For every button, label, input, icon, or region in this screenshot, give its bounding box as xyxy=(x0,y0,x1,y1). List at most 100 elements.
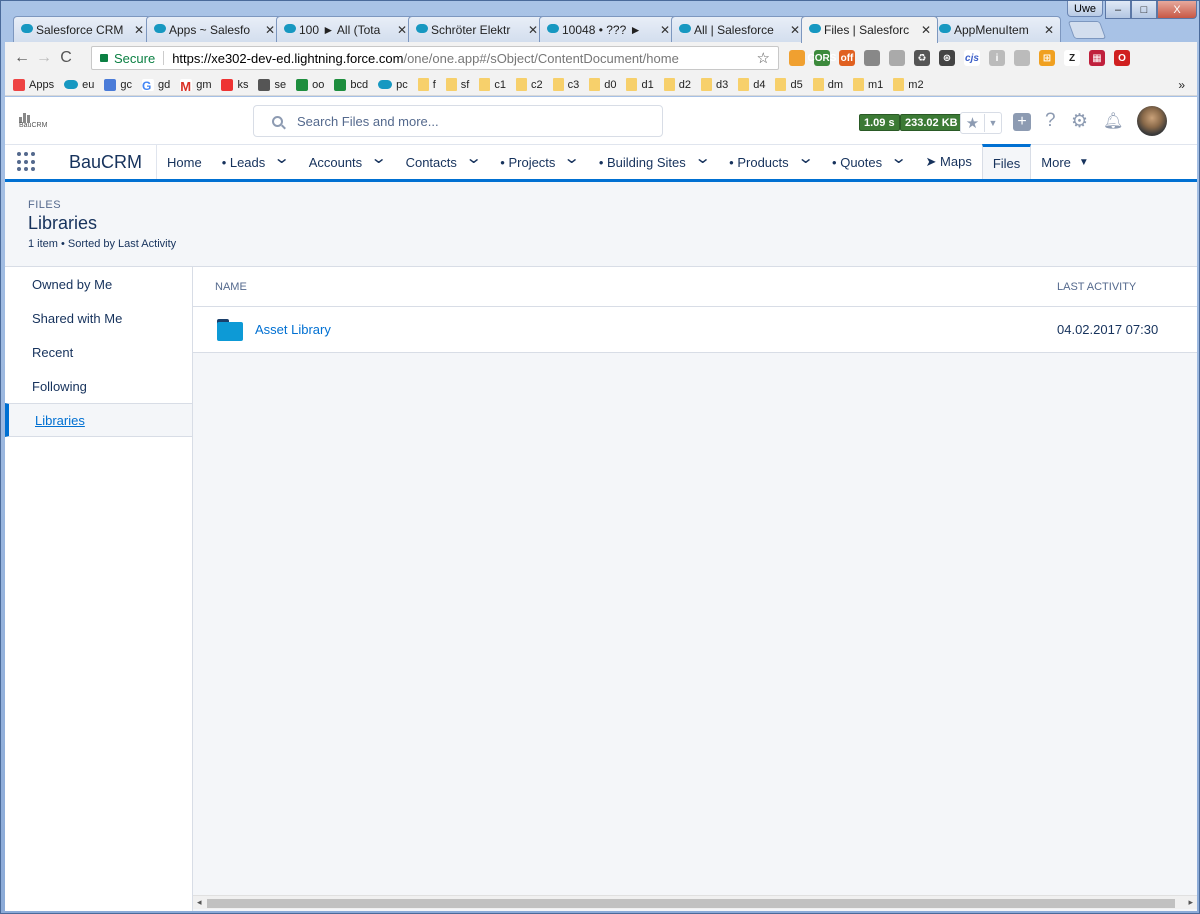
bookmark-item[interactable]: d0 xyxy=(589,78,616,91)
address-bar[interactable]: Secure https://xe302-dev-ed.lightning.fo… xyxy=(91,46,779,70)
bookmark-item[interactable]: c3 xyxy=(552,78,579,91)
browser-tab[interactable]: Salesforce CRM ✕ xyxy=(13,16,151,42)
info-icon[interactable]: i xyxy=(989,50,1005,66)
bookmark-item[interactable]: m2 xyxy=(893,78,924,91)
flag-icon[interactable]: ▦ xyxy=(1089,50,1105,66)
chevron-down-icon[interactable]: ⌄ xyxy=(563,148,580,168)
bookmark-item[interactable]: Ggd xyxy=(141,78,170,93)
nav-tab[interactable]: Contacts ⌄ xyxy=(396,145,491,179)
close-icon[interactable]: ✕ xyxy=(1044,23,1054,37)
bookmark-item[interactable]: ks xyxy=(221,78,248,91)
cjs-icon[interactable]: cjs xyxy=(964,50,980,66)
bookmark-item[interactable]: f xyxy=(417,78,436,91)
help-icon[interactable]: ? xyxy=(1045,110,1056,132)
close-icon[interactable]: ✕ xyxy=(265,23,275,37)
bookmark-item[interactable]: d2 xyxy=(663,78,691,91)
bookmark-item[interactable]: c2 xyxy=(515,78,543,91)
opera-icon[interactable]: O xyxy=(1114,50,1130,66)
bookmark-item[interactable]: m1 xyxy=(853,78,883,91)
steering-icon[interactable]: ⊛ xyxy=(939,50,955,66)
chevron-down-icon[interactable]: ⌄ xyxy=(797,148,814,168)
browser-tab[interactable]: Apps ~ Salesfo ✕ xyxy=(146,16,282,42)
tab-icon[interactable] xyxy=(864,50,880,66)
app-launcher-icon[interactable] xyxy=(5,145,49,179)
nav-tab[interactable]: Accounts ⌄ xyxy=(299,145,396,179)
close-icon[interactable]: ✕ xyxy=(134,23,144,37)
bookmark-item[interactable]: d4 xyxy=(738,78,765,91)
chevron-down-icon[interactable]: ⌄ xyxy=(694,148,711,168)
chevron-down-icon[interactable]: ⌄ xyxy=(273,148,290,168)
close-window-button[interactable]: X xyxy=(1157,1,1197,19)
nav-tab[interactable]: • Building Sites ⌄ xyxy=(589,145,719,179)
bookmark-item[interactable]: sf xyxy=(445,78,469,91)
browser-tab[interactable]: 10048 • ??? ► ✕ xyxy=(539,16,677,42)
nav-tab[interactable]: Files xyxy=(981,144,1032,179)
browser-tab[interactable]: AppMenuItem ✕ xyxy=(931,16,1061,42)
sidebar-item[interactable]: Owned by Me xyxy=(5,267,192,301)
scrollbar-thumb[interactable] xyxy=(207,899,1175,908)
browser-tab[interactable]: Schröter Elektr ✕ xyxy=(408,16,545,42)
close-icon[interactable]: ✕ xyxy=(528,23,538,37)
close-icon[interactable]: ✕ xyxy=(921,23,931,37)
grid-ext-icon[interactable]: ⊞ xyxy=(1039,50,1055,66)
bookmark-item[interactable]: d5 xyxy=(775,78,803,91)
scroll-left-icon[interactable]: ◂ xyxy=(197,897,202,908)
horizontal-scrollbar[interactable]: ◂ ▸ xyxy=(193,895,1197,909)
column-header-name[interactable]: NAME xyxy=(193,281,1057,293)
sidebar-item[interactable]: Following xyxy=(5,369,192,403)
nav-more[interactable]: More ▼ xyxy=(1031,145,1099,179)
nav-tab[interactable]: ➤ Maps xyxy=(916,145,982,179)
global-actions-icon[interactable]: + xyxy=(1013,113,1031,131)
star-icon[interactable]: ★ xyxy=(961,114,985,132)
minimize-button[interactable]: – xyxy=(1105,1,1131,19)
cors-icon[interactable]: CORS xyxy=(808,50,836,66)
bookmark-item[interactable]: c1 xyxy=(479,78,506,91)
bookmark-item[interactable]: oo xyxy=(296,78,324,91)
chevron-down-icon[interactable]: ▼ xyxy=(985,118,1001,128)
global-search-input[interactable]: Search Files and more... xyxy=(253,105,663,137)
nav-tab[interactable]: • Leads ⌄ xyxy=(212,145,299,179)
bookmark-item[interactable]: gc xyxy=(104,78,132,91)
forward-button[interactable]: → xyxy=(33,49,55,67)
reload-button[interactable]: C xyxy=(55,49,77,67)
nav-tab[interactable]: • Products ⌄ xyxy=(719,145,822,179)
bookmark-item[interactable]: eu xyxy=(64,79,94,91)
nav-tab[interactable]: • Quotes ⌄ xyxy=(822,145,915,179)
bookmark-item[interactable]: Apps xyxy=(13,78,54,91)
new-tab-button[interactable] xyxy=(1067,21,1107,39)
browser-tab[interactable]: All | Salesforce ✕ xyxy=(671,16,807,42)
chevron-down-icon[interactable]: ⌄ xyxy=(890,148,907,168)
profile-badge[interactable]: Uwe xyxy=(1067,1,1104,17)
avatar[interactable] xyxy=(1137,106,1167,136)
close-icon[interactable]: ✕ xyxy=(660,23,670,37)
gear-icon[interactable]: ⚙ xyxy=(1071,110,1088,133)
column-header-last-activity[interactable]: LAST ACTIVITY xyxy=(1057,281,1197,293)
bell-icon[interactable]: 🔔︎ xyxy=(1103,111,1123,131)
close-icon[interactable]: ✕ xyxy=(790,23,800,37)
close-icon[interactable]: ✕ xyxy=(397,23,407,37)
library-link[interactable]: Asset Library xyxy=(255,322,1057,337)
org-logo[interactable]: BauCRM xyxy=(19,113,69,135)
bookmark-item[interactable]: Mgm xyxy=(180,78,211,94)
nav-tab[interactable]: Home xyxy=(157,145,212,179)
nav-tab[interactable]: • Projects ⌄ xyxy=(490,145,589,179)
browser-tab[interactable]: 100 ► All (Tota ✕ xyxy=(276,16,414,42)
scroll-right-icon[interactable]: ▸ xyxy=(1188,897,1193,908)
calculator-icon[interactable] xyxy=(789,50,805,66)
bookmark-item[interactable]: d1 xyxy=(626,78,654,91)
bookmark-star-icon[interactable]: ☆ xyxy=(757,49,770,67)
z-icon[interactable]: Z xyxy=(1064,50,1080,66)
bookmark-item[interactable]: dm xyxy=(812,78,843,91)
bookmarks-overflow-button[interactable]: » xyxy=(1178,78,1185,92)
chevron-down-icon[interactable]: ⌄ xyxy=(370,148,387,168)
table-row[interactable]: Asset Library 04.02.2017 07:30 xyxy=(193,307,1197,353)
cloud-icon[interactable] xyxy=(1014,50,1030,66)
off-icon[interactable]: off xyxy=(839,50,855,66)
sidebar-item[interactable]: Shared with Me xyxy=(5,301,192,335)
sidebar-item[interactable]: Libraries xyxy=(5,403,192,437)
recycle-icon[interactable]: ♻ xyxy=(914,50,930,66)
bookmark-item[interactable]: d3 xyxy=(700,78,728,91)
bookmark-item[interactable]: se xyxy=(258,78,286,91)
favorites-button[interactable]: ★ ▼ xyxy=(960,112,1002,134)
bookmark-item[interactable]: pc xyxy=(378,79,408,91)
